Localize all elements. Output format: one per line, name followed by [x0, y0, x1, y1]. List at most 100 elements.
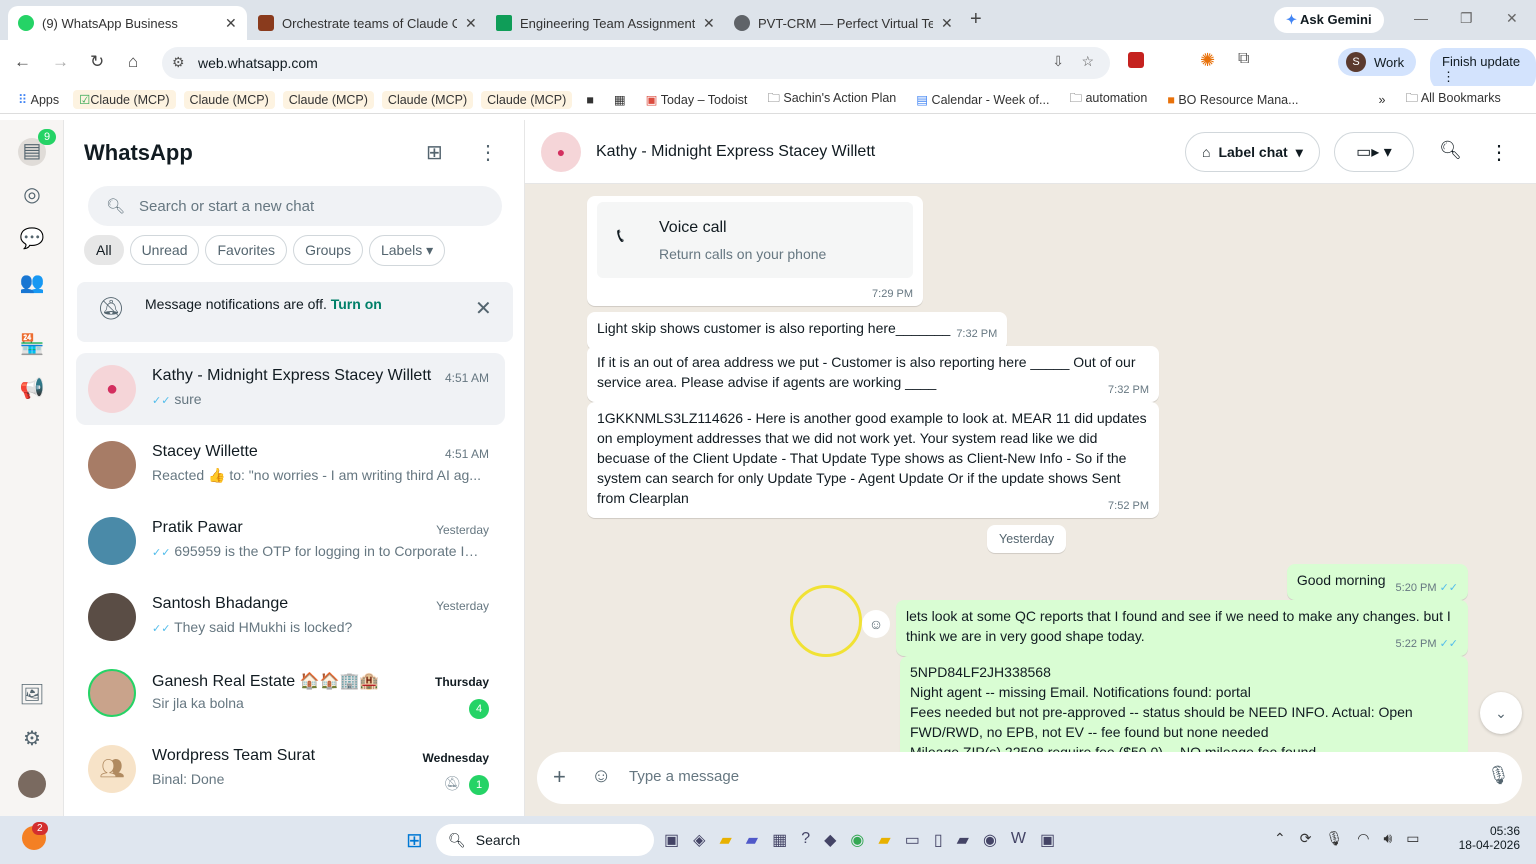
- contact-avatar[interactable]: ●: [541, 132, 581, 172]
- site-info-icon[interactable]: ⚙: [172, 54, 185, 71]
- media-icon[interactable]: 🖼: [18, 682, 46, 710]
- terminal-icon[interactable]: ▭: [905, 830, 920, 850]
- sticker-emoji-icon[interactable]: ☺: [591, 765, 611, 788]
- extension-icon[interactable]: [1128, 52, 1144, 68]
- close-tab-icon[interactable]: ✕: [941, 15, 953, 32]
- filter-groups[interactable]: Groups: [293, 235, 363, 265]
- task-view-icon[interactable]: ▣: [664, 830, 679, 850]
- bookmark-claude-mcp[interactable]: Claude (MCP): [481, 90, 573, 109]
- communities-icon[interactable]: 👥: [18, 270, 46, 298]
- bookmark-claude-mcp[interactable]: Claude (MCP): [381, 90, 474, 109]
- store-icon[interactable]: ▦: [772, 830, 787, 850]
- forward-icon[interactable]: →: [52, 52, 69, 72]
- bookmark-action-plan[interactable]: 🗀 Sachin's Action Plan: [761, 87, 902, 112]
- video-call-button[interactable]: ▭▸ ▾: [1334, 132, 1414, 172]
- chrome-icon[interactable]: ◉: [850, 830, 864, 850]
- close-tab-icon[interactable]: ✕: [225, 15, 237, 32]
- attach-plus-icon[interactable]: +: [553, 764, 566, 790]
- conversation-title[interactable]: Kathy - Midnight Express Stacey Willett: [596, 143, 875, 161]
- react-emoji-icon[interactable]: ☺: [862, 610, 890, 638]
- home-icon[interactable]: ⌂: [128, 52, 138, 72]
- bookmark-claude-mcp[interactable]: ☑Claude (MCP): [73, 90, 176, 109]
- label-chat-button[interactable]: ⌂ Label chat ▾: [1185, 132, 1320, 172]
- bookmark-grid-icon[interactable]: ▦: [608, 90, 632, 109]
- new-tab-button[interactable]: +: [970, 8, 982, 31]
- scroll-down-button[interactable]: ⌄: [1480, 692, 1522, 734]
- bookmark-apps[interactable]: ⠿ Apps: [12, 90, 65, 109]
- bookmark-claude-mcp[interactable]: Claude (MCP): [183, 90, 275, 109]
- reload-icon[interactable]: ↻: [90, 52, 104, 72]
- bookmark-bo-resource[interactable]: ■ BO Resource Mana...: [1161, 91, 1304, 109]
- filter-labels[interactable]: Labels ▾: [368, 235, 446, 266]
- tab-engineering[interactable]: Engineering Team Assignment T ✕: [486, 6, 725, 40]
- teams-icon[interactable]: ▰: [746, 830, 758, 850]
- close-tab-icon[interactable]: ✕: [465, 15, 477, 32]
- app-icon[interactable]: ▰: [957, 830, 969, 850]
- battery-icon[interactable]: ▭: [1406, 830, 1419, 847]
- all-bookmarks[interactable]: 🗀 All Bookmarks: [1400, 87, 1507, 112]
- chat-list-item[interactable]: Stacey Willette 4:51 AM Reacted 👍 to: "no …: [76, 429, 505, 501]
- close-tab-icon[interactable]: ✕: [703, 15, 715, 32]
- back-icon[interactable]: ←: [14, 52, 31, 72]
- filter-unread[interactable]: Unread: [129, 235, 200, 265]
- wifi-icon[interactable]: ◠: [1357, 830, 1369, 847]
- turn-on-link[interactable]: Turn on: [331, 296, 382, 312]
- menu-icon[interactable]: ⋮: [1489, 140, 1509, 165]
- mic-icon[interactable]: 🎙︎: [1325, 830, 1343, 847]
- bookmark-automation[interactable]: 🗀 automation: [1063, 87, 1153, 112]
- app-icon[interactable]: ▯: [934, 830, 943, 850]
- claude-extension-icon[interactable]: ✺: [1200, 50, 1215, 71]
- sticky-notes-icon[interactable]: ▰: [878, 830, 890, 850]
- help-icon[interactable]: ?: [801, 830, 810, 850]
- windows-start-icon[interactable]: ⊞: [406, 828, 423, 853]
- word-icon[interactable]: W: [1011, 830, 1026, 850]
- extensions-puzzle-icon[interactable]: ⧉: [1238, 50, 1249, 68]
- tab-whatsapp[interactable]: (9) WhatsApp Business ✕: [8, 6, 247, 40]
- filter-all[interactable]: All: [84, 235, 124, 265]
- chat-list-item[interactable]: 👥︎ Wordpress Team Surat Wednesday Binal: Do…: [76, 733, 505, 805]
- taskbar-search[interactable]: 🔍︎ Search: [436, 824, 654, 856]
- copilot-icon[interactable]: ◈: [693, 830, 705, 850]
- more-bookmarks-icon[interactable]: »: [1373, 91, 1392, 109]
- profile-button[interactable]: S Work: [1338, 48, 1417, 76]
- file-explorer-icon[interactable]: ▰: [719, 830, 731, 850]
- sync-icon[interactable]: ⟳: [1300, 830, 1312, 847]
- bookmark-star-icon[interactable]: ☆: [1081, 53, 1094, 70]
- chat-list-item[interactable]: Santosh Bhadange Yesterday ✓✓ They said HM…: [76, 581, 505, 653]
- menu-icon[interactable]: ⋮: [478, 140, 498, 165]
- tab-pvt-crm[interactable]: PVT-CRM — Perfect Virtual Tea ✕: [724, 6, 963, 40]
- ask-gemini-button[interactable]: ✦ Ask Gemini: [1274, 7, 1384, 33]
- search-icon[interactable]: 🔍︎: [1439, 140, 1462, 161]
- bookmark-square-icon[interactable]: ■: [580, 91, 600, 109]
- volume-icon[interactable]: 🔊︎: [1383, 830, 1392, 847]
- profile-avatar[interactable]: [18, 770, 46, 798]
- finish-update-button[interactable]: Finish update ⋮: [1430, 48, 1536, 91]
- close-window-button[interactable]: ✕: [1506, 10, 1518, 27]
- catalog-icon[interactable]: 🏪: [18, 332, 46, 360]
- bookmark-calendar[interactable]: ▤ Calendar - Week of...: [910, 90, 1055, 109]
- chevron-up-icon[interactable]: ⌃: [1274, 830, 1286, 847]
- status-icon[interactable]: ◎: [18, 182, 46, 210]
- message-input[interactable]: Type a message: [629, 768, 739, 785]
- settings-icon[interactable]: ⚙: [18, 726, 46, 754]
- search-input[interactable]: 🔍︎ Search or start a new chat: [88, 186, 502, 226]
- app-icon[interactable]: ◆: [824, 830, 836, 850]
- filter-favorites[interactable]: Favorites: [205, 235, 288, 265]
- chrome-active-icon[interactable]: ◉: [983, 830, 997, 850]
- bookmark-claude-mcp[interactable]: Claude (MCP): [282, 90, 374, 109]
- advertise-icon[interactable]: 📢: [18, 376, 46, 404]
- minimize-button[interactable]: —: [1414, 10, 1428, 26]
- tab-orchestrate[interactable]: Orchestrate teams of Claude Co ✕: [248, 6, 487, 40]
- channels-icon[interactable]: 💬: [18, 226, 46, 254]
- bookmark-todoist[interactable]: ▣ Today – Todoist: [640, 90, 754, 109]
- new-chat-icon[interactable]: ⊞: [426, 140, 443, 165]
- microphone-icon[interactable]: 🎙︎: [1487, 765, 1510, 786]
- chat-list-item[interactable]: ● Kathy - Midnight Express Stacey Willett…: [76, 353, 505, 425]
- close-icon[interactable]: ✕: [475, 296, 492, 321]
- chat-list-item[interactable]: Ganesh Real Estate 🏠🏠🏢🏨 Thursday Sir jla k…: [76, 657, 505, 729]
- restore-button[interactable]: ❐: [1460, 10, 1473, 27]
- app-icon[interactable]: ▣: [1040, 830, 1055, 850]
- url-bar[interactable]: ⚙ web.whatsapp.com ☆ ⇩: [162, 47, 1110, 79]
- install-app-icon[interactable]: ⇩: [1052, 53, 1064, 70]
- chat-list-item[interactable]: Pratik Pawar Yesterday ✓✓ 695959 is the OT…: [76, 505, 505, 577]
